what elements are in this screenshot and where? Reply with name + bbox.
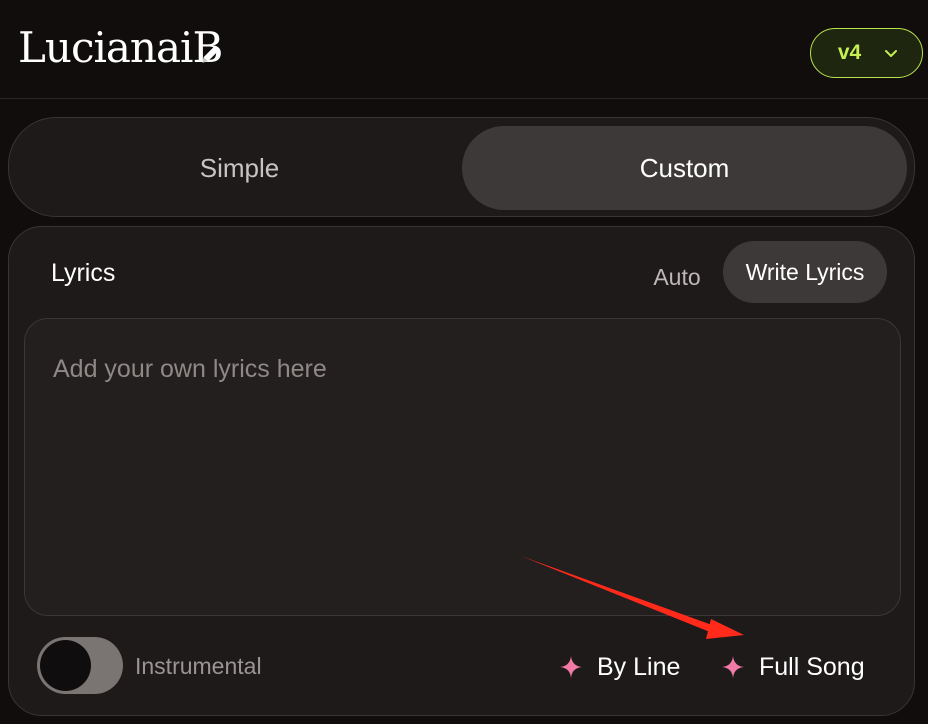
version-label: v4 [837,41,862,64]
tab-simple[interactable]: Simple [17,126,462,210]
lyrics-placeholder: Add your own lyrics here [53,355,327,383]
header: LucianaiB v4 [0,0,928,99]
song-title[interactable]: LucianaiB [18,22,223,74]
full-song-button[interactable]: Full Song [721,645,865,689]
lyrics-panel: Lyrics Auto Write Lyrics Add your own ly… [8,226,915,716]
by-line-label: By Line [597,652,681,681]
write-lyrics-option[interactable]: Write Lyrics [723,241,887,303]
chevron-down-icon [883,45,899,61]
lyrics-auto-option[interactable]: Auto [642,257,712,297]
sparkle-icon [559,655,583,679]
instrumental-toggle[interactable] [37,637,123,694]
sparkle-icon [721,655,745,679]
toggle-knob [40,640,91,691]
instrumental-label: Instrumental [135,653,262,679]
pencil-icon[interactable] [198,41,224,67]
tab-custom[interactable]: Custom [462,126,907,210]
full-song-label: Full Song [759,652,865,681]
lyrics-input[interactable]: Add your own lyrics here [24,318,901,616]
lyrics-heading: Lyrics [51,259,116,287]
app-root: LucianaiB v4 Simple Custom Lyrics Auto W… [0,0,928,724]
version-select[interactable]: v4 [810,28,923,78]
by-line-button[interactable]: By Line [559,645,680,689]
mode-toggle: Simple Custom [8,117,915,217]
